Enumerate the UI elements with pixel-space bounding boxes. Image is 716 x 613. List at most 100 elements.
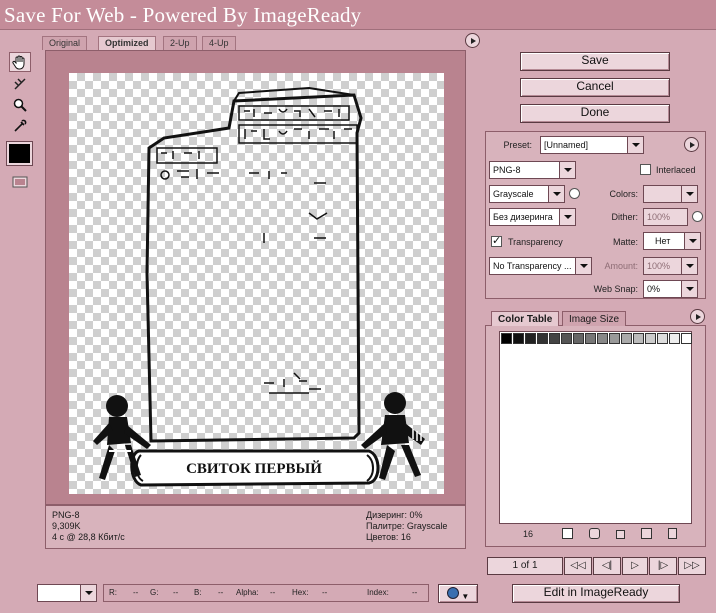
colors-stepper[interactable]	[643, 185, 698, 203]
hex-label: Hex:	[292, 588, 309, 597]
color-swatch[interactable]	[501, 333, 512, 344]
tab-optimized[interactable]: Optimized	[98, 36, 156, 50]
color-table-toolbar	[562, 528, 677, 539]
color-swatch[interactable]	[669, 333, 680, 344]
dither-option-radio[interactable]	[692, 211, 703, 222]
last-frame-button[interactable]: ▷▷	[678, 557, 706, 575]
dither-algorithm-value: Без дизеринга	[493, 212, 553, 222]
map-transparent-icon[interactable]	[562, 528, 573, 539]
info-palette: Палитре: Grayscale	[366, 521, 448, 531]
tab-2up[interactable]: 2-Up	[163, 36, 197, 50]
eyedropper-color-swatch[interactable]	[6, 141, 33, 166]
image-canvas: СВИТОК ПЕРВЫЙ	[69, 73, 444, 494]
optimize-menu-icon[interactable]	[684, 137, 699, 152]
format-select[interactable]: PNG-8	[489, 161, 576, 179]
g-label: G:	[150, 588, 159, 597]
lock-color-icon[interactable]	[616, 530, 625, 539]
color-swatch[interactable]	[681, 333, 692, 344]
slice-select-tool-icon[interactable]	[9, 74, 31, 94]
color-reduction-value: Grayscale	[493, 189, 534, 199]
toggle-slices-icon[interactable]	[9, 172, 31, 192]
dither-amount-value: 100%	[647, 212, 671, 222]
color-swatch[interactable]	[621, 333, 632, 344]
alpha-value: --	[270, 588, 276, 597]
info-dither: Дизеринг: 0%	[366, 510, 423, 520]
eyedropper-tool-icon[interactable]	[9, 116, 31, 136]
new-color-icon[interactable]	[641, 528, 652, 539]
image-preview-frame: СВИТОК ПЕРВЫЙ	[45, 50, 466, 505]
preset-label: Preset:	[503, 140, 532, 150]
zoom-tool-icon[interactable]	[9, 95, 31, 115]
color-swatch[interactable]	[585, 333, 596, 344]
color-swatch[interactable]	[573, 333, 584, 344]
page-indicator: 1 of 1	[487, 557, 563, 575]
cancel-button[interactable]: Cancel	[520, 78, 670, 97]
color-table-menu-icon[interactable]	[690, 309, 705, 324]
scroll-artwork: СВИТОК ПЕРВЫЙ	[93, 86, 425, 487]
reduction-option-radio[interactable]	[569, 188, 580, 199]
zoom-select[interactable]	[37, 584, 97, 602]
next-frame-button[interactable]: |▷	[649, 557, 677, 575]
globe-icon	[446, 587, 459, 599]
info-time: 4 с @ 28,8 Кбит/с	[52, 532, 125, 542]
preset-select[interactable]: [Unnamed]	[540, 136, 644, 154]
edit-in-imageready-button[interactable]: Edit in ImageReady	[512, 584, 680, 603]
chevron-down-icon: ▼	[461, 592, 470, 601]
hand-tool-icon[interactable]	[9, 52, 31, 72]
g-value: --	[173, 588, 179, 597]
color-swatch[interactable]	[561, 333, 572, 344]
index-label: Index:	[367, 588, 389, 597]
matte-select[interactable]: Нет	[643, 232, 701, 250]
done-button[interactable]: Done	[520, 104, 670, 123]
amount-label: Amount:	[604, 261, 638, 271]
window-title: Save For Web - Powered By ImageReady	[4, 3, 362, 27]
preset-value: [Unnamed]	[544, 140, 589, 150]
tab-original[interactable]: Original	[42, 36, 88, 50]
delete-color-icon[interactable]	[668, 528, 677, 539]
info-format: PNG-8	[52, 510, 80, 520]
amount-field[interactable]: 100%	[643, 257, 698, 275]
format-value: PNG-8	[493, 165, 521, 175]
color-swatch[interactable]	[609, 333, 620, 344]
preview-menu-icon[interactable]	[465, 33, 480, 48]
dither-amount-field[interactable]: 100%	[643, 208, 688, 226]
websnap-field[interactable]: 0%	[643, 280, 698, 298]
color-swatch[interactable]	[597, 333, 608, 344]
web-shift-icon[interactable]	[589, 528, 600, 539]
info-size: 9,309K	[52, 521, 81, 531]
color-reduction-select[interactable]: Grayscale	[489, 185, 565, 203]
dither-algorithm-select[interactable]: Без дизеринга	[489, 208, 576, 226]
color-swatch[interactable]	[513, 333, 524, 344]
info-colors: Цветов: 16	[366, 532, 411, 542]
transparency-checkbox[interactable]	[491, 234, 502, 247]
optimization-info: PNG-8 9,309K 4 с @ 28,8 Кбит/с Дизеринг:…	[45, 505, 466, 549]
tab-color-table[interactable]: Color Table	[491, 311, 560, 326]
r-value: --	[133, 588, 139, 597]
play-button[interactable]: ▷	[622, 557, 648, 575]
title-bar: Save For Web - Powered By ImageReady	[0, 0, 716, 30]
color-swatch[interactable]	[645, 333, 656, 344]
color-swatch[interactable]	[525, 333, 536, 344]
interlaced-checkbox[interactable]	[640, 164, 651, 175]
matte-label: Matte:	[612, 237, 638, 247]
prev-frame-button[interactable]: ◁|	[593, 557, 621, 575]
color-swatch[interactable]	[549, 333, 560, 344]
color-table-grid[interactable]	[499, 331, 692, 524]
amount-value: 100%	[647, 261, 671, 271]
color-swatch[interactable]	[537, 333, 548, 344]
dither-label: Dither:	[611, 212, 638, 222]
transparency-dither-select[interactable]: No Transparency ...	[489, 257, 592, 275]
browser-preview-button[interactable]: ▼	[438, 584, 478, 603]
first-frame-button[interactable]: ◁◁	[564, 557, 592, 575]
banner-text: СВИТОК ПЕРВЫЙ	[186, 460, 322, 477]
transparency-label: Transparency	[508, 237, 563, 247]
b-label: B:	[194, 588, 202, 597]
transparency-dither-value: No Transparency ...	[493, 261, 572, 271]
color-swatch[interactable]	[657, 333, 668, 344]
tab-image-size[interactable]: Image Size	[562, 311, 627, 326]
save-button[interactable]: Save	[520, 52, 670, 71]
color-swatch[interactable]	[633, 333, 644, 344]
tab-4up[interactable]: 4-Up	[202, 36, 236, 50]
hex-value: --	[322, 588, 328, 597]
websnap-label: Web Snap:	[593, 284, 638, 294]
